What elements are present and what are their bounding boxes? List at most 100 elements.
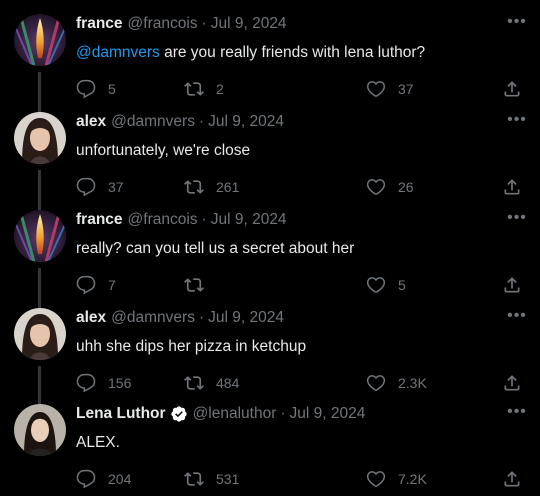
retweet-count: 531: [216, 471, 240, 487]
retweet-count: 2: [216, 81, 224, 97]
reply-icon: [76, 469, 96, 489]
tweet-text: uhh she dips her pizza in ketchup: [76, 338, 307, 355]
separator: ·: [198, 113, 205, 130]
share-button[interactable]: [502, 78, 522, 100]
reply-count: 156: [108, 375, 132, 391]
reply-button[interactable]: 7: [76, 274, 116, 296]
tweet-date[interactable]: Jul 9, 2024: [211, 15, 287, 33]
avatar[interactable]: [14, 404, 66, 456]
reply-button[interactable]: 204: [76, 468, 131, 490]
author-name[interactable]: Lena Luthor: [76, 405, 166, 423]
retweet-count: 261: [216, 179, 240, 195]
reply-button[interactable]: 37: [76, 176, 124, 198]
reply-icon: [76, 373, 96, 393]
tweet-date[interactable]: Jul 9, 2024: [208, 113, 284, 131]
tweet-header: france @francois · Jul 9, 2024: [76, 210, 287, 230]
reply-count: 7: [108, 277, 116, 293]
more-options-icon[interactable]: •••: [506, 308, 528, 324]
author-handle[interactable]: @damnvers: [111, 309, 195, 327]
avatar[interactable]: [14, 112, 66, 164]
share-icon: [504, 179, 520, 195]
share-button[interactable]: [502, 468, 522, 490]
mention-link[interactable]: @damnvers: [76, 44, 160, 61]
reply-count: 37: [108, 179, 124, 195]
like-button[interactable]: 26: [366, 176, 414, 198]
candle-flame-icon: [14, 14, 66, 66]
like-count: 26: [398, 179, 414, 195]
tweet[interactable]: france @francois · Jul 9, 2024 ••• @damn…: [0, 14, 540, 112]
tweet[interactable]: alex @damnvers · Jul 9, 2024 ••• uhh she…: [0, 298, 540, 404]
lena-avatar-icon: [14, 404, 66, 456]
tweet-text: really? can you tell us a secret about h…: [76, 240, 355, 257]
avatar[interactable]: [14, 308, 66, 360]
tweet-date[interactable]: Jul 9, 2024: [211, 211, 287, 229]
more-options-icon[interactable]: •••: [506, 404, 528, 420]
heart-icon: [366, 277, 386, 293]
like-count: 37: [398, 81, 414, 97]
reply-button[interactable]: 156: [76, 372, 131, 394]
like-count: 2.3K: [398, 375, 427, 391]
reply-count: 204: [108, 471, 132, 487]
reply-button[interactable]: 5: [76, 78, 116, 100]
retweet-icon: [184, 472, 204, 486]
retweet-button[interactable]: 2: [184, 78, 224, 100]
more-options-icon[interactable]: •••: [506, 14, 528, 30]
tweet-actions: 156 484 2.3K: [76, 372, 526, 394]
tweet-date[interactable]: Jul 9, 2024: [290, 405, 366, 423]
like-button[interactable]: 37: [366, 78, 414, 100]
share-icon: [504, 471, 520, 487]
dark-haired-woman-icon: [14, 308, 66, 360]
author-name[interactable]: alex: [76, 309, 106, 327]
tweet-date[interactable]: Jul 9, 2024: [208, 309, 284, 327]
like-count: 5: [398, 277, 406, 293]
tweet[interactable]: france @francois · Jul 9, 2024 ••• reall…: [0, 198, 540, 308]
more-options-icon[interactable]: •••: [506, 210, 528, 226]
tweet-actions: 204 531 7.2K: [76, 468, 526, 490]
share-button[interactable]: [502, 176, 522, 198]
heart-icon: [366, 375, 386, 391]
retweet-count: 484: [216, 375, 240, 391]
share-button[interactable]: [502, 372, 522, 394]
like-button[interactable]: 2.3K: [366, 372, 427, 394]
avatar[interactable]: [14, 14, 66, 66]
author-handle[interactable]: @francois: [128, 211, 198, 229]
share-button[interactable]: [502, 274, 522, 296]
retweet-button[interactable]: 261: [184, 176, 239, 198]
tweet-text: ALEX.: [76, 434, 120, 451]
separator: ·: [201, 15, 207, 32]
more-options-icon[interactable]: •••: [506, 112, 528, 128]
retweet-button[interactable]: 484: [184, 372, 239, 394]
tweet-header: alex @damnvers · Jul 9, 2024: [76, 112, 284, 132]
reply-icon: [76, 275, 96, 295]
retweet-icon: [184, 376, 204, 390]
reply-icon: [76, 79, 96, 99]
tweet-actions: 37 261 26: [76, 176, 526, 198]
author-handle[interactable]: @lenaluthor: [193, 405, 277, 423]
retweet-icon: [184, 180, 204, 194]
tweet-header: Lena Luthor @lenaluthor · Jul 9, 2024: [76, 404, 365, 424]
like-button[interactable]: 7.2K: [366, 468, 427, 490]
like-count: 7.2K: [398, 471, 427, 487]
retweet-icon: [184, 278, 204, 292]
candle-flame-icon: [14, 210, 66, 262]
author-handle[interactable]: @francois: [128, 15, 198, 33]
share-icon: [504, 81, 520, 97]
tweet[interactable]: Lena Luthor @lenaluthor · Jul 9, 2024 ••…: [0, 404, 540, 496]
avatar[interactable]: [14, 210, 66, 262]
author-name[interactable]: alex: [76, 113, 106, 131]
tweet-text: unfortunately, we're close: [76, 142, 251, 159]
dark-haired-woman-icon: [14, 112, 66, 164]
thread-connector-line: [38, 366, 41, 404]
share-icon: [504, 375, 520, 391]
retweet-button[interactable]: [184, 274, 216, 296]
author-name[interactable]: france: [76, 15, 123, 33]
verified-badge-icon: [170, 405, 188, 423]
like-button[interactable]: 5: [366, 274, 406, 296]
author-handle[interactable]: @damnvers: [111, 113, 195, 131]
retweet-button[interactable]: 531: [184, 468, 239, 490]
tweet-thread: france @francois · Jul 9, 2024 ••• @damn…: [0, 0, 540, 496]
tweet-header: alex @damnvers · Jul 9, 2024: [76, 308, 284, 328]
author-name[interactable]: france: [76, 211, 123, 229]
tweet[interactable]: alex @damnvers · Jul 9, 2024 ••• unfortu…: [0, 102, 540, 208]
tweet-text: @damnvers are you really friends with le…: [76, 44, 425, 62]
